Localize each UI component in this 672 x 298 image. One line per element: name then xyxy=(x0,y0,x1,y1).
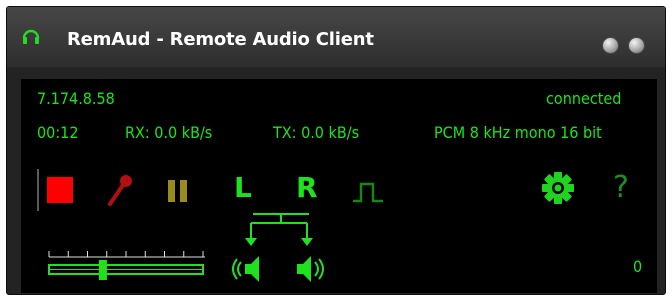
left-channel-button[interactable]: L xyxy=(234,171,252,204)
pulse-button[interactable] xyxy=(351,180,385,204)
volume-slider-thumb[interactable] xyxy=(98,260,107,280)
settings-button[interactable] xyxy=(541,171,575,205)
help-button[interactable]: ? xyxy=(613,170,629,205)
window-title: RemAud - Remote Audio Client xyxy=(67,29,374,50)
headphones-icon xyxy=(22,29,40,44)
tx-rate: TX: 0.0 kB/s xyxy=(273,123,360,142)
right-channel-button[interactable]: R xyxy=(296,171,318,204)
pause-icon xyxy=(168,180,187,202)
minimize-button[interactable] xyxy=(602,37,619,54)
stop-button[interactable] xyxy=(47,177,73,203)
speaker-left-icon[interactable] xyxy=(232,256,259,282)
record-button[interactable] xyxy=(105,173,135,207)
connection-status: connected xyxy=(546,89,622,108)
microphone-icon xyxy=(108,175,132,206)
rx-rate: RX: 0.0 kB/s xyxy=(125,123,213,142)
pulse-icon xyxy=(353,182,383,203)
volume-slider[interactable] xyxy=(47,242,217,282)
speaker-right-icon[interactable] xyxy=(297,256,324,282)
audio-format: PCM 8 kHz mono 16 bit xyxy=(434,123,602,142)
volume-value: 0 xyxy=(633,257,643,276)
channel-routing-diagram xyxy=(232,213,324,282)
elapsed-time: 00:12 xyxy=(37,123,79,142)
app-window: RemAud - Remote Audio Client 7.174.8.58 … xyxy=(6,6,666,295)
toolbar-divider xyxy=(37,169,39,211)
close-button[interactable] xyxy=(628,37,645,54)
title-bar[interactable]: RemAud - Remote Audio Client xyxy=(7,7,665,67)
gear-icon xyxy=(542,172,574,204)
ip-address: 7.174.8.58 xyxy=(37,89,115,108)
pause-button[interactable] xyxy=(166,178,190,204)
